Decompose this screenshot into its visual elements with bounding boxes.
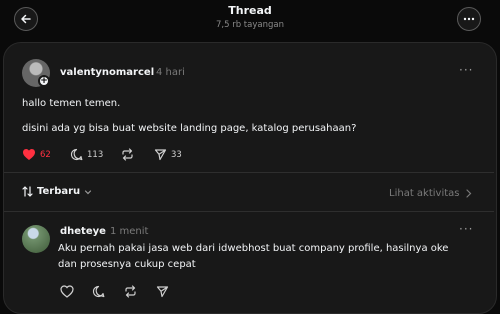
reply-like-button[interactable] [60, 285, 74, 298]
post-more-icon[interactable]: ··· [459, 63, 473, 77]
reply-avatar[interactable] [22, 225, 50, 253]
divider [4, 211, 494, 212]
heart-icon [60, 285, 74, 298]
activity-label: Lihat aktivitas [389, 188, 460, 199]
comment-icon [70, 148, 83, 161]
like-count: 62 [40, 149, 51, 160]
post-time: 4 hari [156, 67, 185, 78]
post-text-line-1: hallo temen temen. [22, 98, 121, 109]
heart-icon [23, 149, 35, 160]
sort-icon [22, 186, 33, 197]
reply-text-line-2: dan prosesnya cukup cepat [58, 259, 196, 270]
reply-repost-button[interactable] [124, 285, 137, 298]
comment-count: 113 [87, 149, 104, 160]
reply-more-icon[interactable]: ··· [459, 222, 473, 236]
thread-card [3, 42, 497, 314]
repost-icon [122, 148, 133, 161]
repost-button[interactable] [121, 148, 134, 161]
reply-share-button[interactable] [156, 285, 169, 298]
header-title-block: Thread 7,5 rb tayangan [150, 4, 350, 31]
post-text-line-2: disini ada yg bisa buat website landing … [22, 123, 357, 134]
reply-text-line-1: Aku pernah pakai jasa web dari idwebhost… [58, 243, 449, 254]
divider [4, 172, 494, 173]
back-button[interactable] [14, 7, 38, 31]
view-activity-link[interactable]: Lihat aktivitas [389, 188, 472, 199]
like-button[interactable]: 62 [22, 148, 51, 161]
post-username[interactable]: valentynomarcel [60, 67, 154, 78]
more-options-button[interactable] [457, 7, 481, 31]
send-icon [156, 286, 169, 298]
page-title: Thread [228, 4, 272, 17]
repost-icon [125, 285, 136, 298]
reply-text: Aku pernah pakai jasa web dari idwebhost… [58, 241, 478, 273]
reply-time: 1 menit [110, 226, 149, 237]
reply-username[interactable]: dheteye [60, 226, 106, 237]
back-arrow-icon [21, 14, 31, 24]
top-bar: Thread 7,5 rb tayangan [0, 0, 500, 40]
share-count: 33 [171, 149, 182, 160]
comment-button[interactable]: 113 [70, 148, 103, 161]
comment-icon [92, 285, 105, 298]
sort-dropdown[interactable]: Terbaru [22, 186, 92, 197]
send-icon [154, 149, 167, 161]
share-button[interactable]: 33 [154, 148, 182, 161]
follow-plus-icon[interactable]: + [38, 75, 50, 87]
chevron-down-icon [85, 189, 92, 194]
chevron-right-icon [465, 189, 471, 198]
views-count: 7,5 rb tayangan [216, 20, 284, 30]
sort-label: Terbaru [37, 186, 81, 197]
more-icon [463, 17, 475, 21]
reply-comment-button[interactable] [92, 285, 105, 298]
